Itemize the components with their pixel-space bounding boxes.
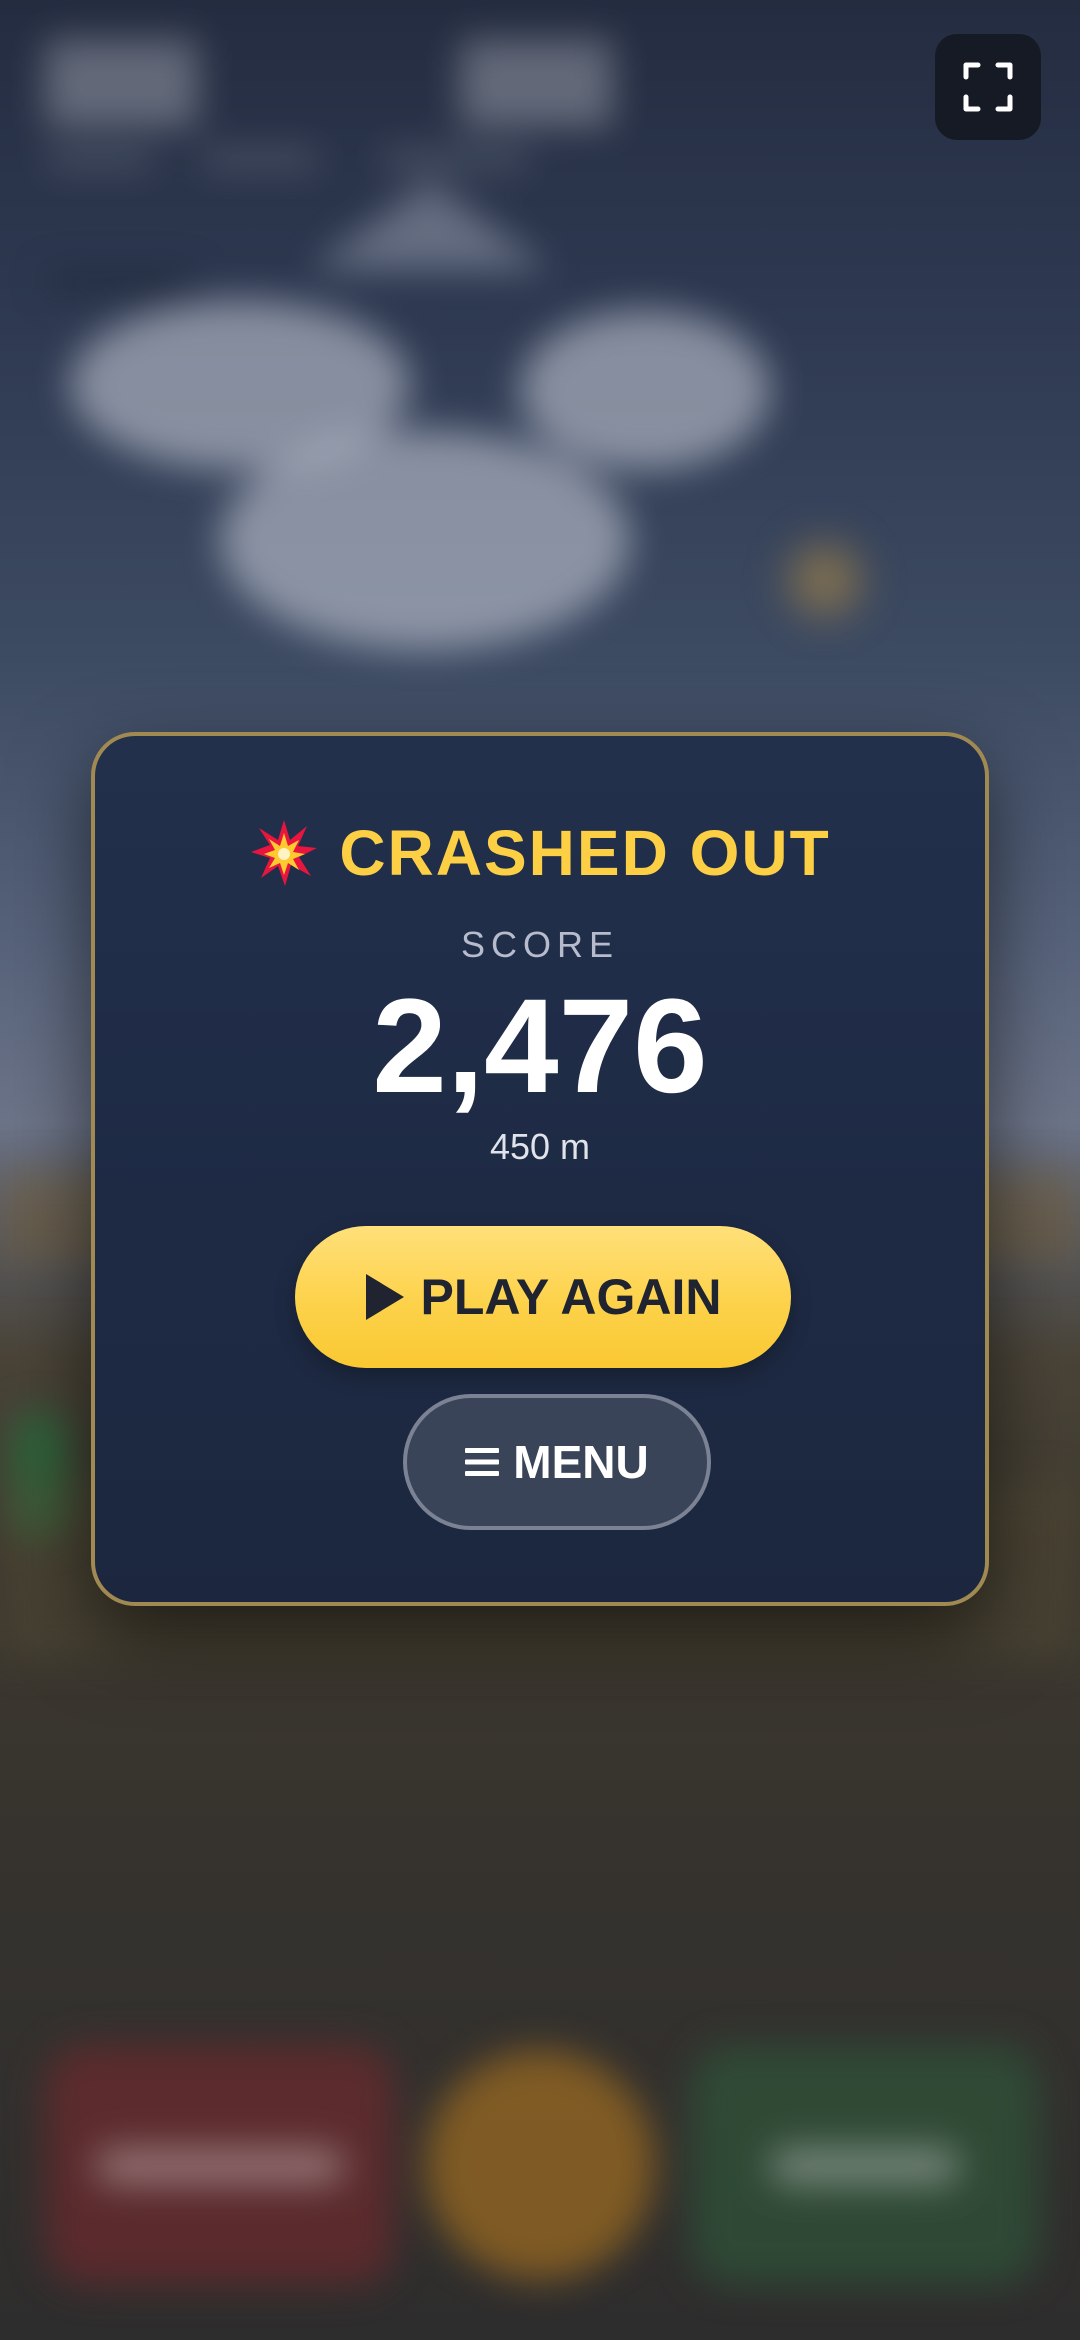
background-cloud	[520, 310, 770, 470]
score-label: SCORE	[460, 924, 620, 965]
score-value: 2,476	[372, 972, 708, 1121]
menu-label: MENU	[513, 1436, 649, 1488]
background-hud-stat	[45, 150, 155, 168]
game-over-title: CRASHED OUT	[339, 817, 831, 889]
game-over-card: CRASHED OUT SCORE 2,476 450 m PLAY AGAIN…	[91, 732, 989, 1606]
play-icon	[366, 1274, 405, 1320]
game-over-header: CRASHED OUT	[95, 816, 985, 890]
fullscreen-icon	[963, 62, 1013, 112]
background-hud-timer: ███	[460, 41, 614, 121]
background-progress-track	[45, 272, 195, 290]
distance-value: 450 m	[489, 1126, 591, 1167]
background-hud-stat	[380, 150, 530, 168]
fullscreen-button[interactable]	[935, 34, 1041, 140]
menu-button[interactable]: MENU	[403, 1394, 711, 1530]
background-center-control	[425, 2050, 655, 2280]
background-mountain	[310, 180, 550, 270]
play-again-label: PLAY AGAIN	[420, 1269, 722, 1325]
explosion-icon	[251, 820, 318, 886]
background-cloud	[220, 430, 630, 650]
background-right-control-label	[770, 2148, 960, 2184]
background-sun	[770, 525, 880, 635]
background-hud-stat	[200, 150, 320, 168]
background-left-control-label	[95, 2148, 345, 2184]
play-again-button[interactable]: PLAY AGAIN	[295, 1226, 791, 1368]
background-hud-score: ███	[45, 41, 199, 121]
hamburger-icon	[465, 1448, 500, 1476]
